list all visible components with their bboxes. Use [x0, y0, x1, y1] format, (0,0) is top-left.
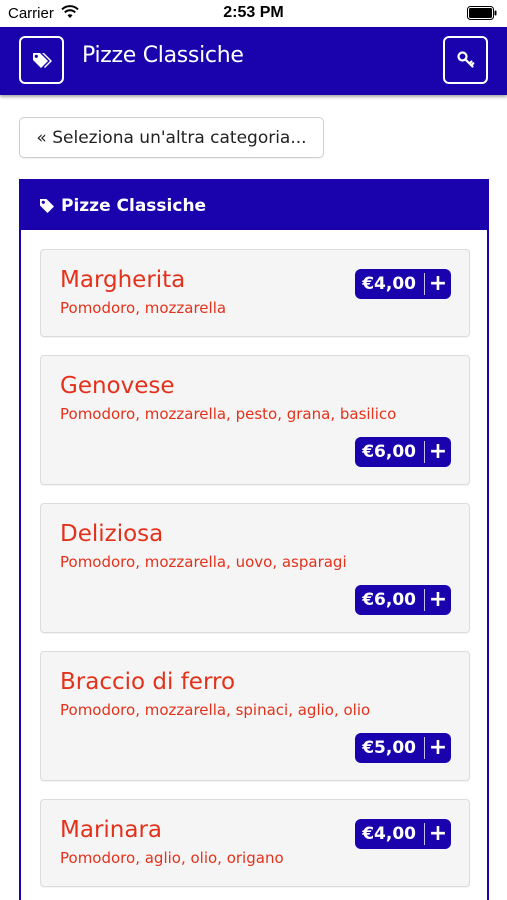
plus-icon: + — [428, 271, 448, 296]
menu-item[interactable]: Marinara Pomodoro, aglio, olio, origano … — [40, 799, 470, 887]
key-icon — [456, 51, 474, 68]
item-price: €6,00 — [362, 442, 416, 462]
item-price: €6,00 — [362, 590, 416, 610]
tag-icon — [39, 198, 55, 214]
select-other-category-button[interactable]: « Seleziona un'altra categoria... — [19, 117, 324, 158]
category-panel: Pizze Classiche Margherita Pomodoro, moz… — [19, 179, 489, 900]
item-name: Marinara — [60, 817, 163, 843]
status-bar: Carrier 2:53 PM — [0, 0, 507, 27]
navbar: Pizze Classiche — [0, 27, 507, 95]
plus-icon: + — [428, 439, 448, 464]
item-name: Braccio di ferro — [60, 669, 236, 695]
item-price: €4,00 — [362, 274, 416, 294]
menu-item[interactable]: Braccio di ferro Pomodoro, mozzarella, s… — [40, 651, 470, 781]
item-name: Margherita — [60, 267, 186, 293]
item-price: €5,00 — [362, 738, 416, 758]
add-to-cart-button[interactable]: €6,00 + — [355, 437, 451, 467]
plus-icon: + — [428, 587, 448, 612]
plus-icon: + — [428, 821, 448, 846]
menu-item[interactable]: Deliziosa Pomodoro, mozzarella, uovo, as… — [40, 503, 470, 633]
item-description: Pomodoro, mozzarella, pesto, grana, basi… — [60, 405, 397, 423]
item-description: Pomodoro, aglio, olio, origano — [60, 849, 284, 867]
categories-button[interactable] — [19, 36, 64, 84]
item-name: Genovese — [60, 373, 175, 399]
login-button[interactable] — [443, 36, 488, 84]
add-to-cart-button[interactable]: €4,00 + — [355, 269, 451, 299]
menu-item[interactable]: Genovese Pomodoro, mozzarella, pesto, gr… — [40, 355, 470, 485]
item-description: Pomodoro, mozzarella, spinaci, aglio, ol… — [60, 701, 371, 719]
tags-icon — [32, 53, 52, 68]
add-to-cart-button[interactable]: €4,00 + — [355, 819, 451, 849]
item-description: Pomodoro, mozzarella — [60, 299, 227, 317]
page-title: Pizze Classiche — [82, 43, 244, 68]
add-to-cart-button[interactable]: €6,00 + — [355, 585, 451, 615]
panel-title: Pizze Classiche — [61, 195, 207, 216]
item-name: Deliziosa — [60, 521, 164, 547]
menu-item[interactable]: Margherita Pomodoro, mozzarella €4,00 + — [40, 249, 470, 337]
panel-header: Pizze Classiche — [21, 181, 487, 230]
item-description: Pomodoro, mozzarella, uovo, asparagi — [60, 553, 347, 571]
plus-icon: + — [428, 735, 448, 760]
battery-icon — [467, 6, 497, 20]
add-to-cart-button[interactable]: €5,00 + — [355, 733, 451, 763]
item-price: €4,00 — [362, 824, 416, 844]
clock-time: 2:53 PM — [223, 4, 284, 21]
